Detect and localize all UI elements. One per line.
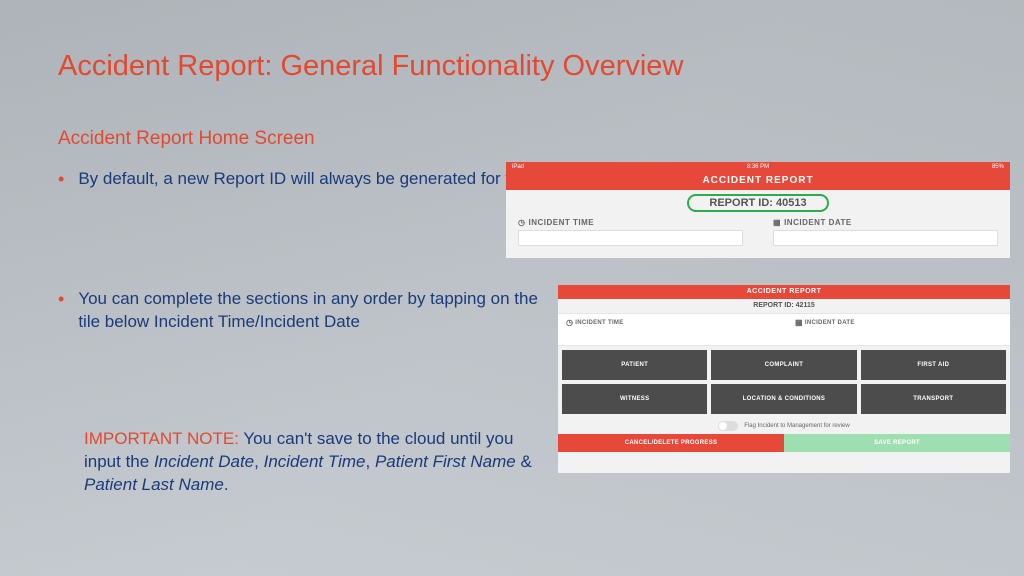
calendar-icon bbox=[773, 218, 781, 227]
note-label: IMPORTANT NOTE: bbox=[84, 429, 239, 448]
cancel-delete-button[interactable]: CANCEL/DELETE PROGRESS bbox=[558, 434, 784, 452]
status-battery: 85% bbox=[992, 164, 1004, 170]
save-report-button[interactable]: SAVE REPORT bbox=[784, 434, 1010, 452]
tile-complaint[interactable]: COMPLAINT bbox=[711, 350, 856, 380]
report-id-badge: REPORT ID: 40513 bbox=[687, 194, 828, 212]
bullet-text: By default, a new Report ID will always … bbox=[78, 168, 537, 191]
incident-date-input[interactable] bbox=[773, 230, 998, 246]
status-device: iPad bbox=[512, 164, 524, 170]
flag-label: Flag Incident to Management for review bbox=[744, 423, 849, 429]
report-id-row: REPORT ID: 40513 bbox=[506, 190, 1010, 212]
note-field: Patient Last Name bbox=[84, 475, 224, 494]
page-title: Accident Report: General Functionality O… bbox=[58, 50, 683, 83]
tile-patient[interactable]: PATIENT bbox=[562, 350, 707, 380]
field-label: INCIDENT TIME bbox=[528, 218, 594, 227]
tile-witness[interactable]: WITNESS bbox=[562, 384, 707, 414]
clock-icon bbox=[518, 218, 525, 227]
screenshot-home-top: iPad 8:36 PM 85% ACCIDENT REPORT REPORT … bbox=[506, 162, 1010, 258]
calendar-icon bbox=[795, 318, 803, 327]
field-label: INCIDENT TIME bbox=[575, 320, 623, 326]
clock-icon bbox=[566, 318, 573, 327]
field-label: INCIDENT DATE bbox=[784, 218, 852, 227]
bullet-dot-icon: • bbox=[58, 290, 64, 308]
action-button-row: CANCEL/DELETE PROGRESS SAVE REPORT bbox=[558, 434, 1010, 452]
status-clock: 8:36 PM bbox=[747, 164, 769, 170]
note-field: Incident Date bbox=[154, 452, 254, 471]
bullet-item: • You can complete the sections in any o… bbox=[58, 288, 548, 334]
app-header: ACCIDENT REPORT bbox=[558, 285, 1010, 299]
incident-date-field: INCIDENT DATE bbox=[773, 218, 998, 246]
flag-toggle[interactable] bbox=[718, 421, 738, 431]
incident-time-input[interactable] bbox=[518, 230, 743, 246]
incident-time-field: INCIDENT TIME bbox=[566, 318, 773, 341]
note-field: Patient First Name bbox=[375, 452, 516, 471]
incident-date-input[interactable] bbox=[795, 329, 1002, 341]
incident-fields-row: INCIDENT TIME INCIDENT DATE bbox=[506, 212, 1010, 246]
incident-date-field: INCIDENT DATE bbox=[795, 318, 1002, 341]
tile-transport[interactable]: TRANSPORT bbox=[861, 384, 1006, 414]
bullet-item: • By default, a new Report ID will alway… bbox=[58, 168, 548, 191]
section-tiles-grid: PATIENT COMPLAINT FIRST AID WITNESS LOCA… bbox=[558, 346, 1010, 418]
app-header: ACCIDENT REPORT bbox=[506, 172, 1010, 190]
ios-status-bar: iPad 8:36 PM 85% bbox=[506, 162, 1010, 172]
tile-location[interactable]: LOCATION & CONDITIONS bbox=[711, 384, 856, 414]
report-id-row: REPORT ID: 42115 bbox=[558, 299, 1010, 313]
field-label: INCIDENT DATE bbox=[805, 320, 855, 326]
flag-row: Flag Incident to Management for review bbox=[558, 418, 1010, 434]
incident-time-input[interactable] bbox=[566, 329, 773, 341]
tile-first-aid[interactable]: FIRST AID bbox=[861, 350, 1006, 380]
incident-time-field: INCIDENT TIME bbox=[518, 218, 743, 246]
incident-fields-row: INCIDENT TIME INCIDENT DATE bbox=[558, 313, 1010, 346]
bullet-text: You can complete the sections in any ord… bbox=[78, 288, 548, 334]
screenshot-home-full: ACCIDENT REPORT REPORT ID: 42115 INCIDEN… bbox=[558, 285, 1010, 473]
bullet-dot-icon: • bbox=[58, 170, 64, 188]
note-field: Incident Time bbox=[264, 452, 366, 471]
important-note: IMPORTANT NOTE: You can't save to the cl… bbox=[84, 428, 554, 497]
section-subtitle: Accident Report Home Screen bbox=[58, 128, 315, 150]
